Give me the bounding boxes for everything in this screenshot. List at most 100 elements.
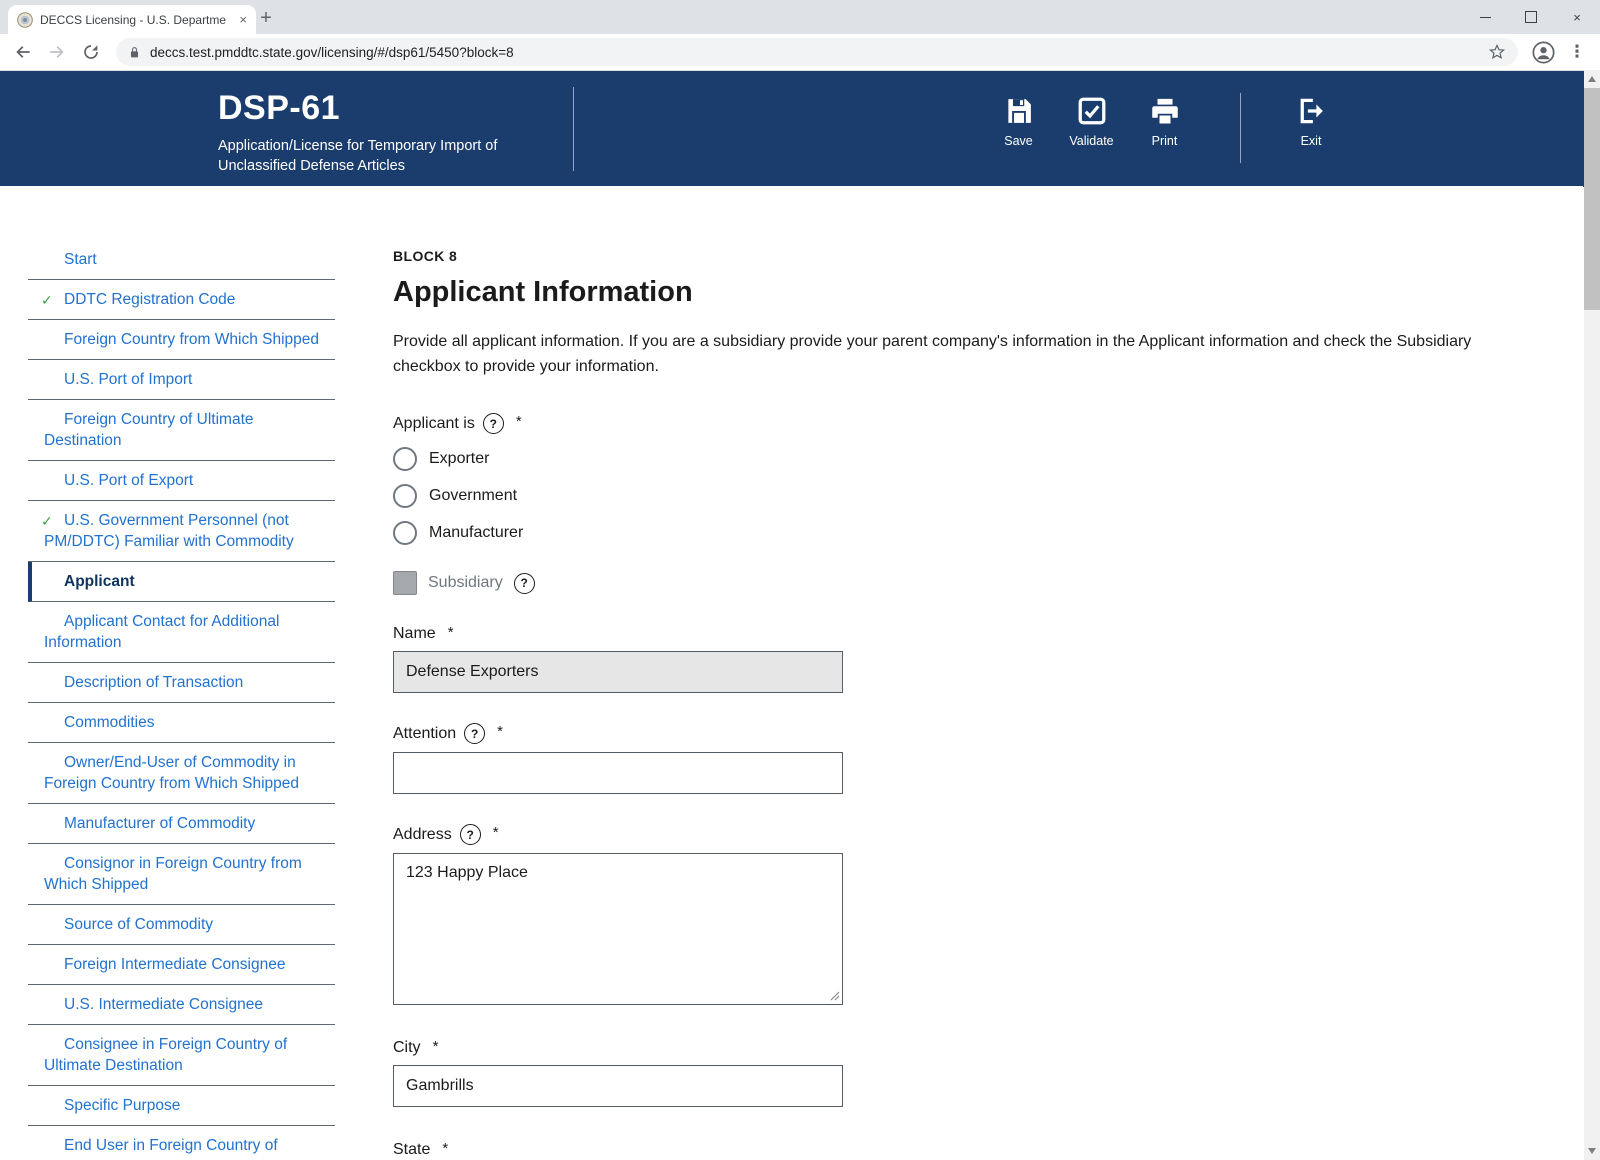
name-field: Name * [393,625,1493,693]
tab-close-icon[interactable]: × [239,13,247,26]
exit-button[interactable]: Exit [1277,96,1345,148]
sidebar-item-foreign-country-shipped[interactable]: ✓Foreign Country from Which Shipped [28,320,335,360]
subsidiary-checkbox[interactable] [393,571,417,595]
header-divider [573,87,574,171]
reload-icon [82,43,100,61]
form-title-block: DSP-61 Application/License for Temporary… [218,89,518,176]
url-bar[interactable]: deccs.test.pmddtc.state.gov/licensing/#/… [116,38,1518,66]
form-content: BLOCK 8 Applicant Information Provide al… [393,248,1493,1160]
required-asterisk: * [493,824,499,841]
radio-label: Exporter [429,450,489,468]
subsidiary-row: Subsidiary ? [393,571,1493,595]
scroll-down-button[interactable] [1584,1143,1600,1159]
state-field: State * [393,1141,1493,1159]
sidebar-item-end-user-foreign-country[interactable]: ✓End User in Foreign Country of [28,1126,335,1160]
header-divider [1240,93,1241,163]
window-close-button[interactable]: × [1554,0,1600,34]
scroll-up-button[interactable] [1584,71,1600,87]
app-header: DSP-61 Application/License for Temporary… [0,71,1600,187]
sidebar-item-source-of-commodity[interactable]: ✓Source of Commodity [28,905,335,945]
minimize-icon [1480,17,1491,18]
favicon-icon [17,12,33,28]
radio-option-government[interactable]: Government [393,484,1493,508]
help-icon[interactable]: ? [514,573,535,594]
address-textarea[interactable]: 123 Happy Place [393,853,843,1005]
radio-button-icon[interactable] [393,484,417,508]
browser-tabstrip: DECCS Licensing - U.S. Departme × + × [0,0,1600,34]
sidebar-item-specific-purpose[interactable]: ✓Specific Purpose [28,1086,335,1126]
save-icon [1004,96,1034,126]
sidebar-item-commodities[interactable]: ✓Commodities [28,703,335,743]
city-label: City * [393,1039,1493,1057]
browser-menu-button[interactable]: ⋮ [1562,37,1592,67]
applicant-is-label: Applicant is ? * [393,413,1493,434]
scrollbar[interactable] [1584,70,1600,1160]
sidebar-item-ddtc-registration-code[interactable]: ✓DDTC Registration Code [28,280,335,320]
avatar-icon [1532,41,1555,64]
save-button[interactable]: Save [982,96,1055,148]
back-icon [13,42,33,62]
sidebar-item-consignor-foreign-country[interactable]: ✓Consignor in Foreign Country from Which… [28,844,335,905]
sidebar-item-consignee-foreign-country[interactable]: ✓Consignee in Foreign Country of Ultimat… [28,1025,335,1086]
sidebar-item-start[interactable]: ✓Start [28,240,335,280]
url-text[interactable]: deccs.test.pmddtc.state.gov/licensing/#/… [150,45,1479,60]
radio-button-icon[interactable] [393,447,417,471]
sidebar-item-applicant[interactable]: ✓Applicant [28,562,335,602]
reload-button[interactable] [76,37,106,67]
radio-label: Government [429,487,517,505]
attention-label: Attention ? * [393,723,1493,744]
bookmark-star-icon[interactable] [1488,43,1506,61]
required-asterisk: * [497,723,503,740]
sidebar-item-us-port-import[interactable]: ✓U.S. Port of Import [28,360,335,400]
subsidiary-label: Subsidiary [428,574,503,592]
resize-handle-icon[interactable] [830,991,840,1001]
header-actions: Save Validate Print [982,96,1201,148]
browser-tab[interactable]: DECCS Licensing - U.S. Departme × [8,5,256,34]
back-button[interactable] [8,37,38,67]
block-label: BLOCK 8 [393,248,1493,264]
new-tab-button[interactable]: + [252,4,280,32]
sidebar-item-manufacturer-of-commodity[interactable]: ✓Manufacturer of Commodity [28,804,335,844]
help-icon[interactable]: ? [464,723,485,744]
sidebar-item-us-port-export[interactable]: ✓U.S. Port of Export [28,461,335,501]
sidebar-item-applicant-contact[interactable]: ✓Applicant Contact for Additional Inform… [28,602,335,663]
required-asterisk: * [448,624,454,641]
save-label: Save [1004,134,1033,148]
required-asterisk: * [516,413,522,430]
state-label: State * [393,1141,1493,1159]
forward-icon [47,42,67,62]
sidebar-item-us-intermediate-consignee[interactable]: ✓U.S. Intermediate Consignee [28,985,335,1025]
sidebar-item-owner-end-user[interactable]: ✓Owner/End-User of Commodity in Foreign … [28,743,335,804]
print-icon [1150,96,1180,126]
radio-option-exporter[interactable]: Exporter [393,447,1493,471]
sidebar-item-foreign-country-ultimate-destination[interactable]: ✓Foreign Country of Ultimate Destination [28,400,335,461]
lock-icon [128,46,141,59]
print-button[interactable]: Print [1128,96,1201,148]
print-label: Print [1152,134,1178,148]
help-icon[interactable]: ? [460,824,481,845]
sidebar-item-foreign-intermediate-consignee[interactable]: ✓Foreign Intermediate Consignee [28,945,335,985]
profile-avatar-button[interactable] [1528,37,1558,67]
radio-option-manufacturer[interactable]: Manufacturer [393,521,1493,545]
radio-button-icon[interactable] [393,521,417,545]
window-controls: × [1462,0,1600,34]
window-maximize-button[interactable] [1508,0,1554,34]
scroll-thumb[interactable] [1584,88,1600,310]
city-field: City * [393,1039,1493,1107]
help-icon[interactable]: ? [483,413,504,434]
forward-button[interactable] [42,37,72,67]
window-minimize-button[interactable] [1462,0,1508,34]
name-label: Name * [393,625,1493,643]
attention-input[interactable] [393,752,843,794]
exit-icon [1296,96,1326,126]
page-title: Applicant Information [393,276,1493,309]
browser-toolbar: deccs.test.pmddtc.state.gov/licensing/#/… [0,34,1600,71]
city-input[interactable] [393,1065,843,1107]
sidebar-item-us-government-personnel[interactable]: ✓U.S. Government Personnel (not PM/DDTC)… [28,501,335,562]
sidebar-item-description-of-transaction[interactable]: ✓Description of Transaction [28,663,335,703]
intro-text: Provide all applicant information. If yo… [393,329,1485,379]
required-asterisk: * [433,1038,439,1055]
address-label: Address ? * [393,824,1493,845]
validate-button[interactable]: Validate [1055,96,1128,148]
exit-label: Exit [1301,134,1322,148]
